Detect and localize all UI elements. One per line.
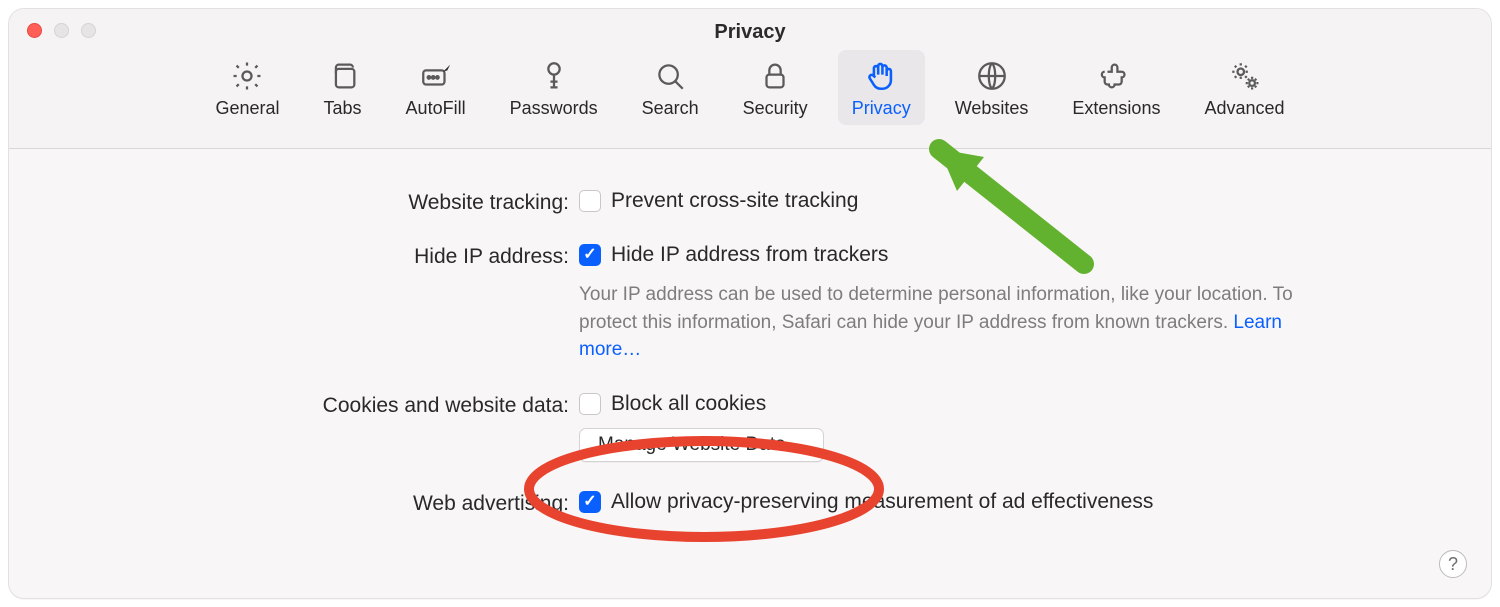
tabs-icon	[324, 56, 362, 96]
tab-label: Privacy	[852, 98, 911, 119]
tab-label: Tabs	[324, 98, 362, 119]
label-hide-ip: Hide IP address:	[69, 243, 579, 269]
hide-ip-description: Your IP address can be used to determine…	[579, 281, 1299, 364]
tab-general[interactable]: General	[201, 50, 293, 125]
tab-autofill[interactable]: AutoFill	[392, 50, 480, 125]
label-cookies: Cookies and website data:	[69, 392, 579, 418]
minimize-window-button[interactable]	[54, 23, 69, 38]
tab-label: Passwords	[510, 98, 598, 119]
checkbox-icon	[579, 244, 601, 266]
window-title: Privacy	[9, 9, 1491, 44]
gear-icon	[215, 56, 279, 96]
tab-label: Search	[642, 98, 699, 119]
checkbox-icon	[579, 190, 601, 212]
checkbox-allow-ad-measurement[interactable]: Allow privacy-preserving measurement of …	[579, 490, 1431, 514]
checkbox-hide-ip[interactable]: Hide IP address from trackers	[579, 243, 1431, 267]
tab-label: General	[215, 98, 279, 119]
tab-tabs[interactable]: Tabs	[310, 50, 376, 125]
titlebar: Privacy General Tabs AutoFill	[9, 9, 1491, 149]
manage-website-data-button[interactable]: Manage Website Data…	[579, 428, 824, 462]
label-website-tracking: Website tracking:	[69, 189, 579, 215]
checkbox-label: Block all cookies	[611, 392, 766, 416]
key-icon	[510, 56, 598, 96]
tab-extensions[interactable]: Extensions	[1058, 50, 1174, 125]
checkbox-label: Hide IP address from trackers	[611, 243, 888, 267]
tab-privacy[interactable]: Privacy	[838, 50, 925, 125]
checkbox-icon	[579, 393, 601, 415]
pencil-icon	[406, 56, 466, 96]
puzzle-icon	[1072, 56, 1160, 96]
globe-icon	[955, 56, 1029, 96]
close-window-button[interactable]	[27, 23, 42, 38]
tab-label: AutoFill	[406, 98, 466, 119]
gears-icon	[1204, 56, 1284, 96]
lock-icon	[743, 56, 808, 96]
tab-label: Extensions	[1072, 98, 1160, 119]
search-icon	[642, 56, 699, 96]
tab-label: Advanced	[1204, 98, 1284, 119]
row-cookies: Cookies and website data: Block all cook…	[69, 392, 1431, 462]
row-web-advertising: Web advertising: Allow privacy-preservin…	[69, 490, 1431, 516]
checkbox-prevent-cross-site-tracking[interactable]: Prevent cross-site tracking	[579, 189, 1431, 213]
preferences-toolbar: General Tabs AutoFill Passwords	[9, 50, 1491, 125]
checkbox-label: Allow privacy-preserving measurement of …	[611, 490, 1153, 514]
checkbox-icon	[579, 491, 601, 513]
checkbox-label: Prevent cross-site tracking	[611, 189, 858, 213]
tab-label: Security	[743, 98, 808, 119]
row-hide-ip: Hide IP address: Hide IP address from tr…	[69, 243, 1431, 364]
hand-icon	[852, 56, 911, 96]
tab-search[interactable]: Search	[628, 50, 713, 125]
help-button[interactable]: ?	[1439, 550, 1467, 578]
zoom-window-button[interactable]	[81, 23, 96, 38]
row-website-tracking: Website tracking: Prevent cross-site tra…	[69, 189, 1431, 215]
label-web-advertising: Web advertising:	[69, 490, 579, 516]
tab-advanced[interactable]: Advanced	[1190, 50, 1298, 125]
window-controls	[9, 9, 96, 38]
tab-passwords[interactable]: Passwords	[496, 50, 612, 125]
checkbox-block-cookies[interactable]: Block all cookies	[579, 392, 1431, 416]
tab-security[interactable]: Security	[729, 50, 822, 125]
preferences-window: Privacy General Tabs AutoFill	[8, 8, 1492, 599]
tab-websites[interactable]: Websites	[941, 50, 1043, 125]
settings-panel: Website tracking: Prevent cross-site tra…	[9, 149, 1491, 516]
tab-label: Websites	[955, 98, 1029, 119]
